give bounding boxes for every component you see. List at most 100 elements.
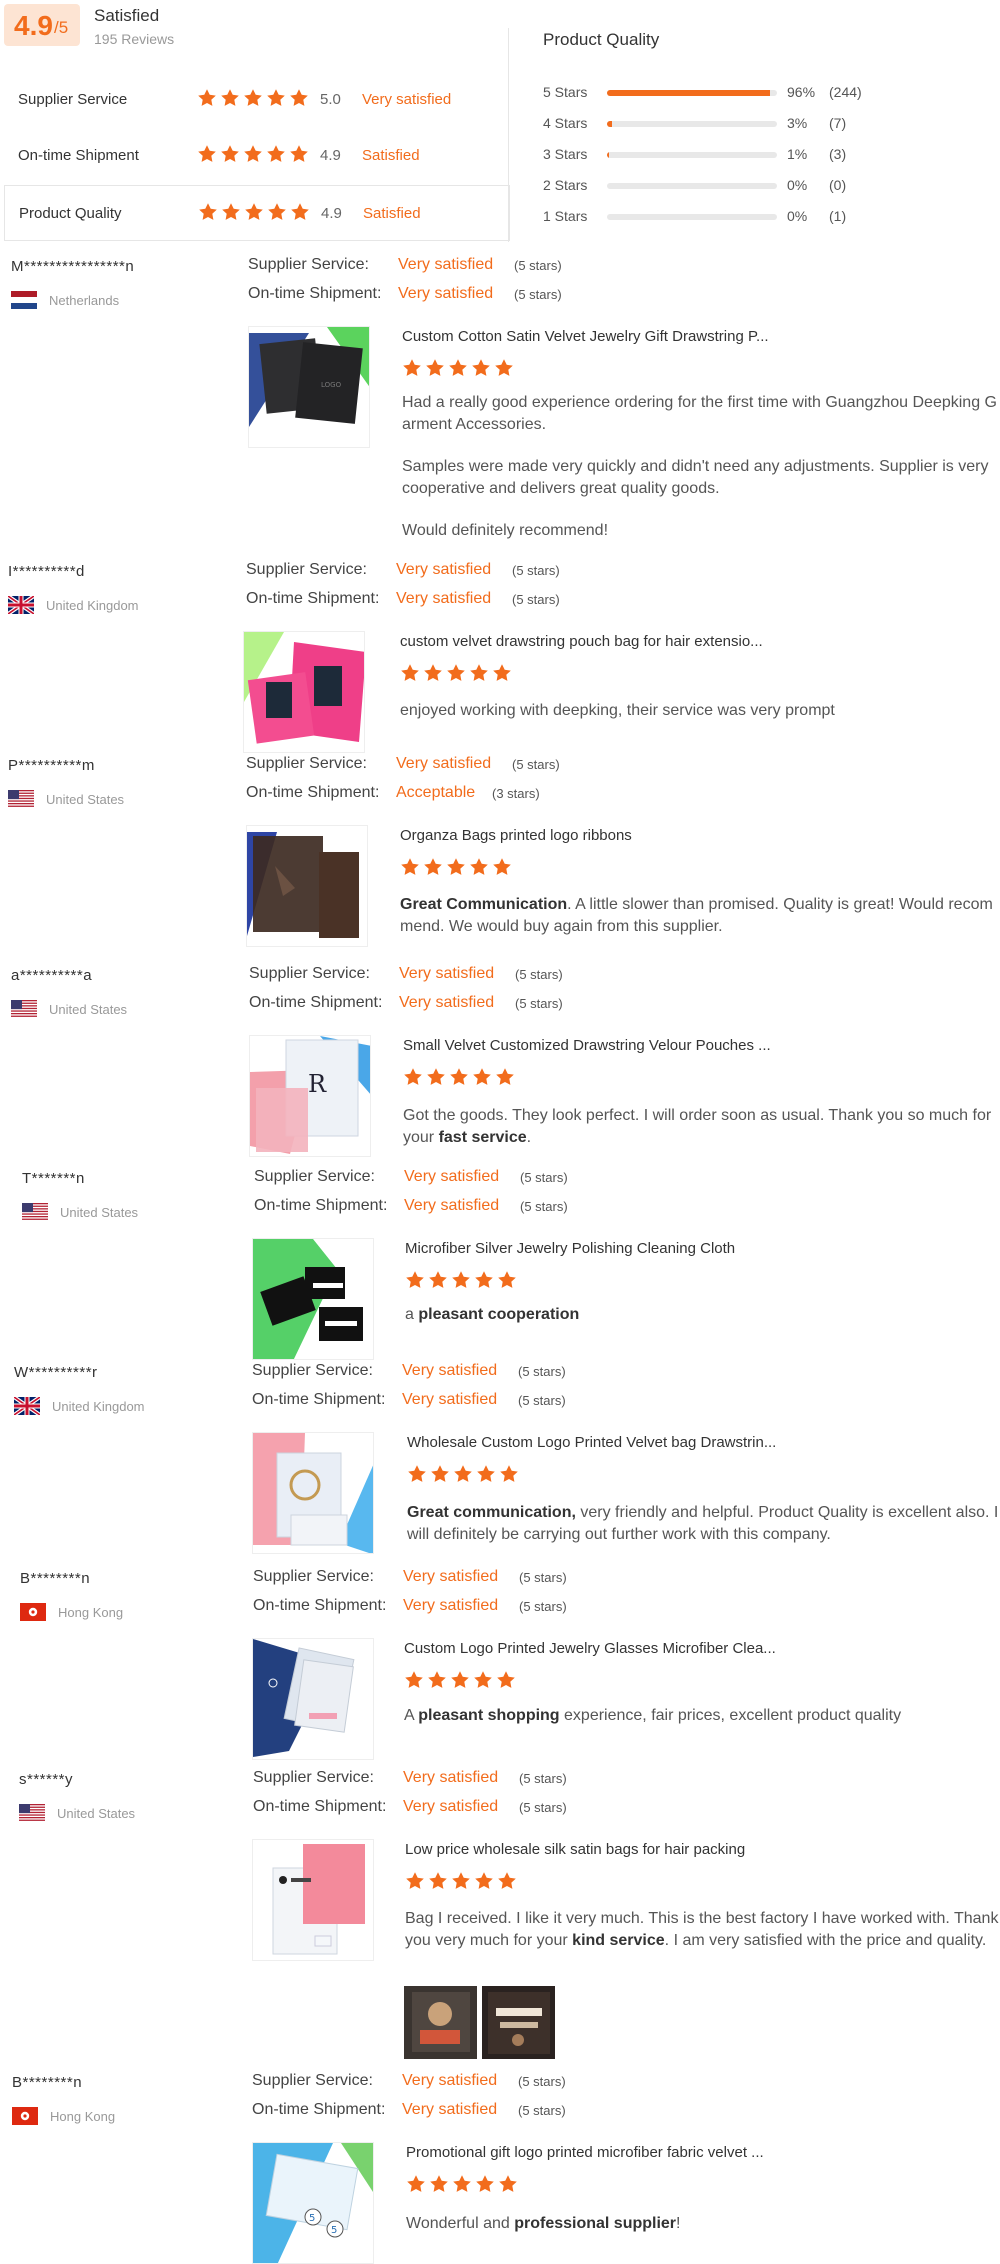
review-star-rating [402, 358, 517, 377]
product-title-link[interactable]: Organza Bags printed logo ribbons [400, 827, 632, 844]
reviewer-country: United Kingdom [46, 598, 139, 613]
on-time-shipment-label: On-time Shipment: [253, 1798, 387, 1815]
summary-row-product-quality[interactable]: Product Quality 4.9 Satisfied [4, 185, 510, 241]
distribution-row: 2 Stars 0% (0) [543, 175, 983, 195]
star-rating [197, 144, 312, 163]
star-icon [450, 1068, 468, 1085]
distribution-percent: 0% [787, 208, 808, 224]
star-icon [221, 89, 239, 106]
review-star-rating [400, 857, 515, 876]
summary-row-label: Supplier Service [18, 91, 128, 108]
star-icon [290, 89, 308, 106]
supplier-service-label: Supplier Service: [253, 1568, 374, 1585]
review-text: A pleasant shopping experience, fair pri… [404, 1705, 999, 1727]
star-icon [496, 1068, 514, 1085]
country-flag-icon [19, 1804, 45, 1822]
star-icon [447, 664, 465, 681]
product-thumbnail[interactable] [252, 1432, 374, 1554]
review-text: Great communication, very friendly and h… [407, 1502, 1000, 1546]
distribution-label: 4 Stars [543, 115, 588, 131]
supplier-service-value: Very satisfied [403, 1769, 499, 1786]
overall-score-suffix: /5 [54, 18, 69, 37]
review-star-rating [403, 1067, 518, 1086]
review-text: a pleasant cooperation [405, 1304, 1000, 1326]
country-flag-icon [8, 596, 34, 614]
star-icon [267, 145, 285, 162]
star-icon [473, 1068, 491, 1085]
star-icon [476, 2175, 494, 2192]
summary-row-status: Satisfied [363, 205, 421, 222]
star-icon [199, 203, 217, 220]
star-icon [408, 1465, 426, 1482]
product-thumbnail[interactable]: LOGO [248, 326, 370, 448]
summary-row-label: On-time Shipment [18, 147, 139, 164]
review-highlight: pleasant cooperation [418, 1306, 580, 1323]
product-title-link[interactable]: Promotional gift logo printed microfiber… [406, 2144, 764, 2161]
product-title-link[interactable]: Custom Cotton Satin Velvet Jewelry Gift … [402, 328, 769, 345]
review-star-rating [400, 663, 515, 682]
on-time-shipment-stars: (5 stars) [519, 1599, 567, 1614]
product-title-link[interactable]: custom velvet drawstring pouch bag for h… [400, 633, 763, 650]
product-thumbnail[interactable] [246, 825, 368, 947]
star-icon [407, 2175, 425, 2192]
star-icon [451, 1671, 469, 1688]
distribution-label: 2 Stars [543, 177, 588, 193]
review-photo[interactable] [404, 1986, 477, 2059]
product-thumbnail[interactable]: R [249, 1035, 371, 1157]
summary-row-score: 4.9 [321, 205, 342, 222]
reviewer-country: Hong Kong [58, 1605, 124, 1620]
product-title-link[interactable]: Wholesale Custom Logo Printed Velvet bag… [407, 1434, 776, 1451]
star-icon [291, 203, 309, 220]
product-quality-title: Product Quality [543, 30, 660, 49]
product-title-link[interactable]: Microfiber Silver Jewelry Polishing Clea… [405, 1240, 735, 1257]
distribution-bar [607, 183, 777, 189]
product-title-link[interactable]: Small Velvet Customized Drawstring Velou… [403, 1037, 771, 1054]
product-thumbnail[interactable] [252, 1238, 374, 1360]
review-text: Would definitely recommend! [402, 522, 609, 539]
product-thumbnail[interactable] [252, 1839, 374, 1961]
review-text: Got the goods. They look perfect. I will… [403, 1105, 998, 1149]
satisfaction-title: Satisfied [94, 6, 160, 25]
product-thumbnail[interactable]: 55 [252, 2142, 374, 2264]
star-icon [290, 145, 308, 162]
on-time-shipment-value: Very satisfied [403, 1798, 499, 1815]
review-text-pre: a [405, 1306, 419, 1323]
product-title-link[interactable]: Custom Logo Printed Jewelry Glasses Micr… [404, 1640, 776, 1657]
supplier-service-label: Supplier Service: [246, 561, 367, 578]
review-text: Bag I received. I like it very much. Thi… [405, 1908, 1000, 1952]
summary-row-status: Very satisfied [362, 91, 452, 108]
reviewer-country: United States [57, 1806, 136, 1821]
summary-row-score: 5.0 [320, 91, 341, 108]
review-body: enjoyed working with deepking, their ser… [400, 700, 995, 742]
star-icon [429, 1872, 447, 1889]
country-flag-icon [8, 790, 34, 808]
product-thumbnail[interactable] [243, 631, 365, 753]
review-body: A pleasant shopping experience, fair pri… [404, 1705, 999, 1747]
review-text-post: experience, fair prices, excellent produ… [559, 1707, 902, 1724]
on-time-shipment-label: On-time Shipment: [246, 590, 380, 607]
supplier-service-label: Supplier Service: [253, 1769, 374, 1786]
on-time-shipment-stars: (5 stars) [518, 1393, 566, 1408]
star-icon [430, 2175, 448, 2192]
supplier-service-stars: (5 stars) [514, 258, 562, 273]
star-icon [426, 359, 444, 376]
on-time-shipment-stars: (5 stars) [514, 287, 562, 302]
on-time-shipment-value: Very satisfied [404, 1197, 500, 1214]
review-star-rating [404, 1670, 519, 1689]
review-highlight: pleasant shopping [418, 1707, 560, 1724]
star-icon [477, 1465, 495, 1482]
supplier-service-stars: (5 stars) [519, 1771, 567, 1786]
supplier-service-label: Supplier Service: [249, 965, 370, 982]
distribution-bar-fill [607, 121, 613, 127]
distribution-count: (7) [829, 115, 847, 131]
product-thumbnail[interactable] [252, 1638, 374, 1760]
on-time-shipment-value: Acceptable [396, 784, 476, 801]
svg-text:5: 5 [331, 2225, 337, 2236]
supplier-service-value: Very satisfied [399, 965, 495, 982]
summary-row-supplier-service: Supplier Service 5.0 Very satisfied [4, 72, 510, 128]
star-icon [452, 1872, 470, 1889]
product-title-link[interactable]: Low price wholesale silk satin bags for … [405, 1841, 745, 1858]
svg-text:5: 5 [309, 2213, 315, 2224]
review-photo[interactable] [482, 1986, 555, 2059]
country-flag-icon [11, 291, 37, 309]
